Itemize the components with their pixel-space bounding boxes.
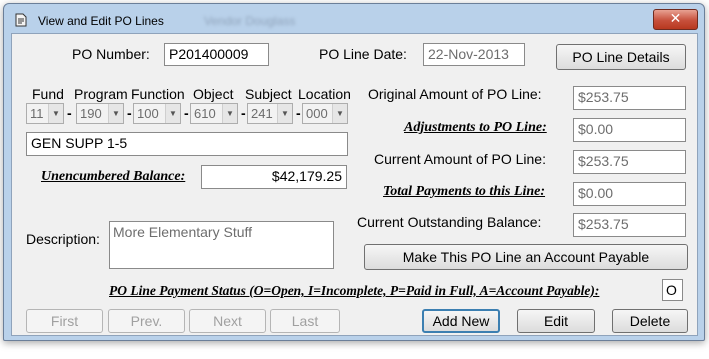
fund-dropdown[interactable]: 11 ▼ (26, 103, 64, 124)
program-label: Program (74, 86, 128, 102)
po-line-date-label: PO Line Date: (319, 46, 407, 62)
current-amount-field[interactable]: $253.75 (573, 150, 686, 174)
chevron-down-icon: ▼ (277, 104, 292, 123)
next-button[interactable]: Next (189, 309, 266, 333)
function-value: 100 (137, 106, 159, 121)
app-icon (15, 13, 27, 27)
fund-label: Fund (32, 86, 64, 102)
current-amount-label: Current Amount of PO Line: (374, 151, 546, 167)
last-button[interactable]: Last (270, 309, 340, 333)
close-button[interactable]: ✕ (653, 9, 698, 30)
delete-button[interactable]: Delete (612, 309, 688, 333)
location-label: Location (298, 86, 351, 102)
subject-dropdown[interactable]: 241 ▼ (247, 103, 293, 124)
chevron-down-icon: ▼ (222, 104, 237, 123)
form-body: PO Number: P201400009 PO Line Date: 22-N… (11, 33, 698, 336)
adjustments-field[interactable]: $0.00 (573, 118, 686, 142)
object-value: 610 (194, 106, 216, 121)
chevron-down-icon: ▼ (108, 104, 123, 123)
window-title-obscured: Vendor Douglass (204, 14, 296, 28)
unencumbered-balance-label[interactable]: Unencumbered Balance: (41, 169, 185, 185)
description-textarea[interactable]: More Elementary Stuff (109, 221, 334, 269)
function-label: Function (131, 86, 185, 102)
object-dropdown[interactable]: 610 ▼ (190, 103, 238, 124)
prev-button[interactable]: Prev. (108, 309, 185, 333)
location-dropdown[interactable]: 000 ▼ (302, 103, 348, 124)
original-amount-label: Original Amount of PO Line: (368, 86, 542, 102)
function-dropdown[interactable]: 100 ▼ (133, 103, 181, 124)
payment-status-label[interactable]: PO Line Payment Status (O=Open, I=Incomp… (109, 283, 599, 299)
outstanding-balance-label: Current Outstanding Balance: (357, 214, 542, 230)
chevron-down-icon: ▼ (48, 104, 63, 123)
separator: - (127, 105, 132, 121)
total-payments-label[interactable]: Total Payments to this Line: (383, 184, 545, 200)
account-name-field[interactable]: GEN SUPP 1-5 (26, 132, 348, 156)
payment-status-field[interactable]: O (662, 279, 683, 301)
original-amount-field[interactable]: $253.75 (573, 86, 686, 110)
po-line-details-button[interactable]: PO Line Details (556, 44, 686, 70)
po-lines-window: View and Edit PO Lines Vendor Douglass ✕… (3, 3, 705, 341)
program-dropdown[interactable]: 190 ▼ (76, 103, 124, 124)
separator: - (184, 105, 189, 121)
outstanding-balance-field[interactable]: $253.75 (573, 213, 686, 237)
add-new-button[interactable]: Add New (422, 309, 500, 333)
po-line-date-field[interactable]: 22-Nov-2013 (423, 43, 525, 66)
object-label: Object (193, 86, 234, 102)
unencumbered-balance-field[interactable]: $42,179.25 (201, 165, 347, 189)
po-number-field[interactable]: P201400009 (164, 43, 269, 66)
edit-button[interactable]: Edit (517, 309, 595, 333)
program-value: 190 (80, 106, 102, 121)
adjustments-label[interactable]: Adjustments to PO Line: (404, 120, 547, 136)
make-account-payable-button[interactable]: Make This PO Line an Account Payable (364, 244, 688, 270)
location-value: 000 (306, 106, 328, 121)
po-number-label: PO Number: (72, 46, 150, 62)
chevron-down-icon: ▼ (332, 104, 347, 123)
separator: - (67, 105, 72, 121)
subject-value: 241 (251, 106, 273, 121)
subject-label: Subject (245, 86, 292, 102)
total-payments-field[interactable]: $0.00 (573, 182, 686, 206)
chevron-down-icon: ▼ (165, 104, 180, 123)
separator: - (296, 105, 301, 121)
window-title: View and Edit PO Lines (38, 14, 164, 28)
description-label: Description: (26, 231, 100, 247)
fund-value: 11 (30, 106, 44, 121)
title-bar[interactable]: View and Edit PO Lines Vendor Douglass ✕ (4, 4, 704, 32)
first-button[interactable]: First (26, 309, 103, 333)
close-icon: ✕ (669, 11, 682, 27)
separator: - (241, 105, 246, 121)
